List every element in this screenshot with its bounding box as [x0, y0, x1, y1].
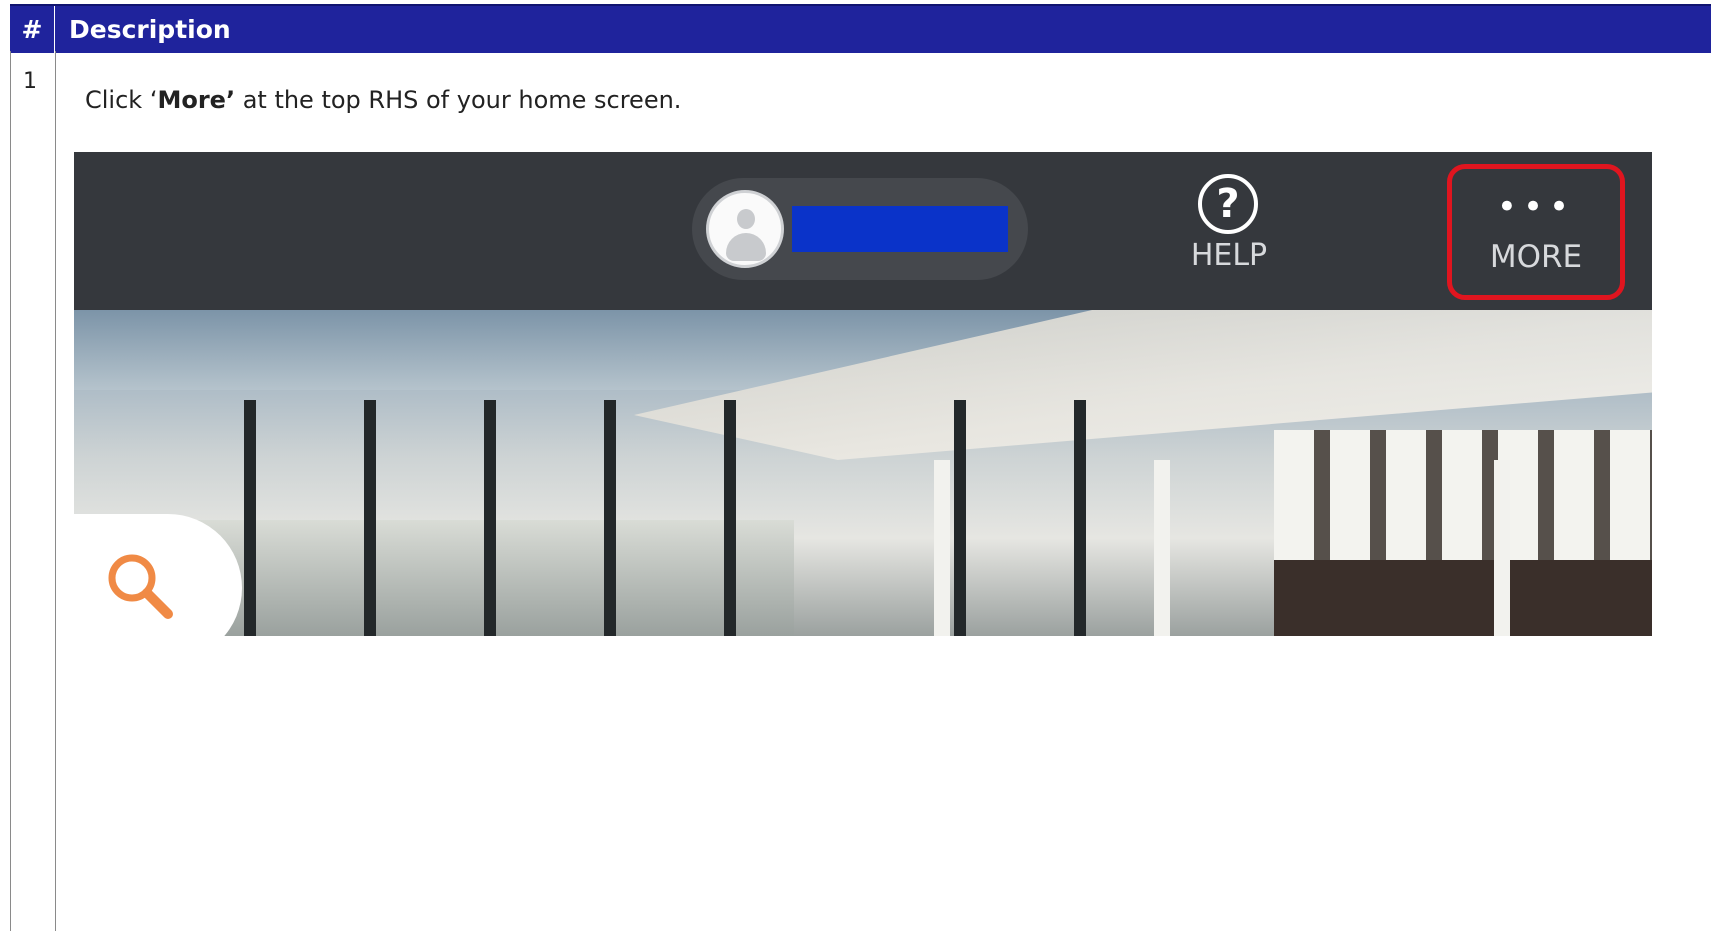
row-number: 1 [23, 69, 37, 94]
banner-pillar [1154, 460, 1170, 636]
app-topbar: ? HELP ••• MORE [74, 152, 1652, 310]
banner-mullion [484, 400, 496, 636]
step-instruction: Click ‘More’ at the top RHS of your home… [85, 85, 681, 115]
more-button-highlight[interactable]: ••• MORE [1447, 164, 1625, 300]
instruction-text-after: at the top RHS of your home screen. [235, 86, 682, 114]
search-button[interactable] [74, 514, 242, 636]
search-icon [108, 554, 173, 619]
building-banner-image [74, 310, 1652, 636]
question-mark-icon: ? [1198, 174, 1258, 234]
app-screenshot: ? HELP ••• MORE [74, 152, 1652, 636]
banner-mullion [1074, 400, 1086, 636]
banner-mullion [724, 400, 736, 636]
banner-pillar [934, 460, 950, 636]
avatar-head [737, 209, 755, 229]
user-profile-pill[interactable] [692, 178, 1028, 280]
help-button[interactable]: ? HELP [1174, 174, 1284, 284]
banner-mullion [604, 400, 616, 636]
instruction-bold-more: More’ [157, 86, 236, 114]
header-number: # [10, 6, 55, 53]
more-dots-icon: ••• [1496, 187, 1576, 227]
table-column-divider [55, 51, 56, 931]
table-border-left [10, 51, 11, 931]
table-header: # Description [10, 4, 1711, 53]
banner-glass-facade [1274, 430, 1652, 570]
avatar[interactable] [706, 190, 784, 268]
banner-mullion [244, 400, 256, 636]
avatar-body [726, 233, 766, 261]
banner-pillar [1494, 460, 1510, 636]
instruction-text-before: Click ‘ [85, 86, 158, 114]
more-label: MORE [1489, 239, 1583, 275]
username-redaction [792, 206, 1008, 252]
help-label: HELP [1190, 238, 1268, 273]
header-description: Description [69, 15, 231, 44]
banner-mullion [364, 400, 376, 636]
banner-mullion [954, 400, 966, 636]
banner-lower-wall [1274, 560, 1652, 636]
